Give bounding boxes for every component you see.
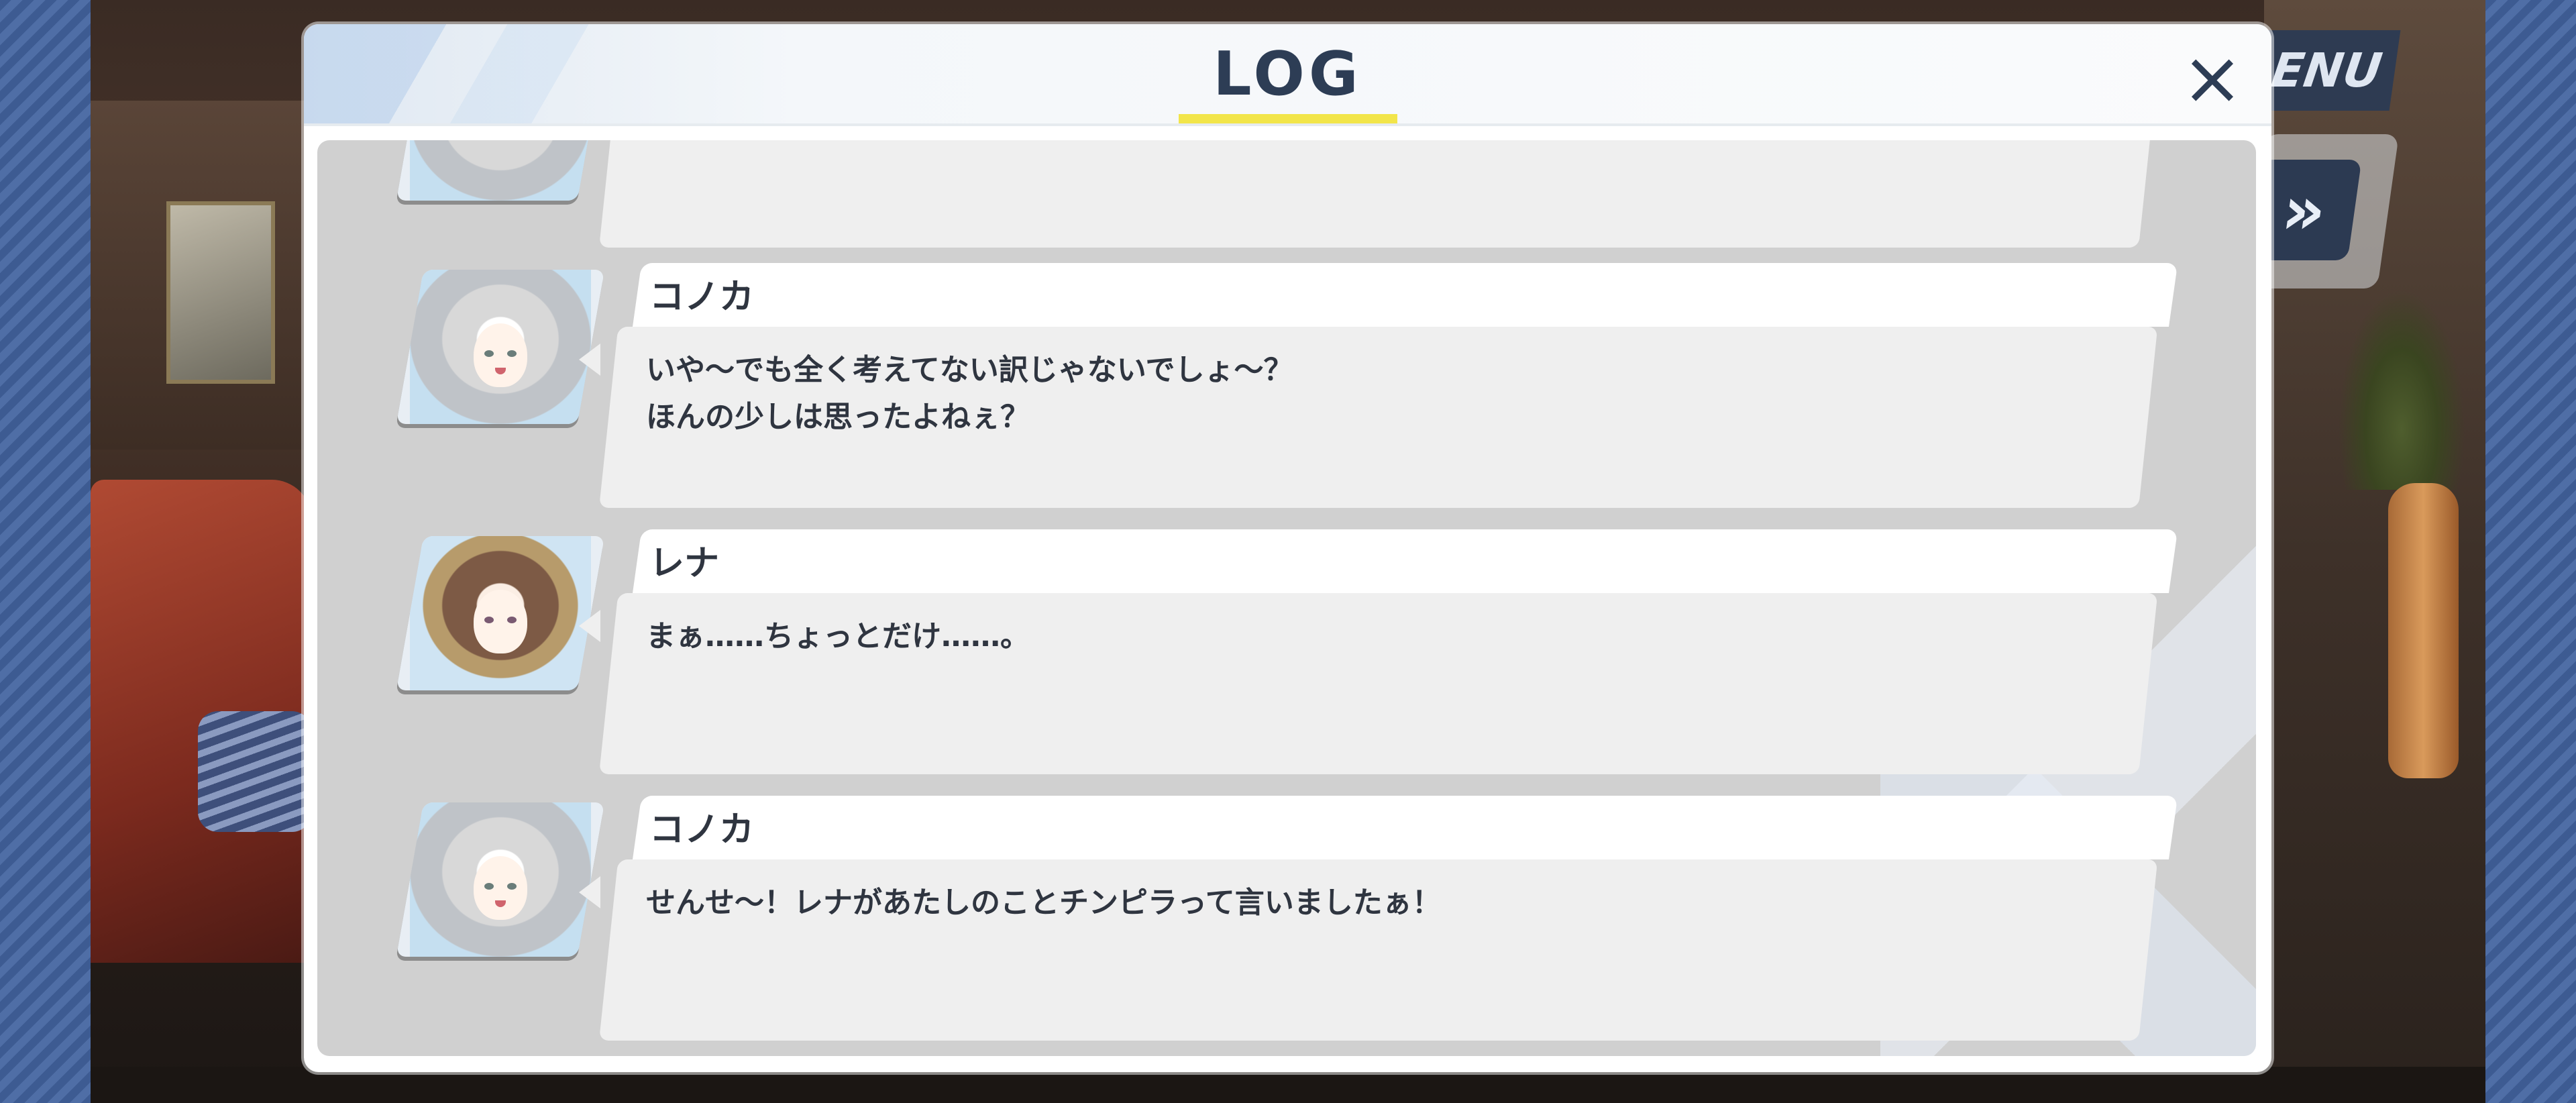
right-stripe-border: [2485, 0, 2576, 1103]
log-entry-partial: [317, 140, 2256, 248]
scene-striped-cushion: [198, 711, 312, 832]
avatar-rena: [396, 536, 605, 690]
message-box: [599, 140, 2158, 248]
log-panel: LOG × コノカ いや～でも全く考えてない訳じゃないでしょ～？ ほんの少しは思…: [304, 24, 2271, 1072]
speaker-name-tab: [633, 263, 2178, 327]
message-bubble: コノカ せんせ～！レナがあたしのことチンピラって言いましたぁ！: [579, 796, 2178, 1041]
menu-label: ENU: [2267, 43, 2385, 98]
speaker-name: コノカ: [649, 277, 755, 317]
message-bubble: レナ まぁ……ちょっとだけ……。: [579, 529, 2178, 774]
scene-vase: [2388, 483, 2459, 778]
left-stripe-border: [0, 0, 91, 1103]
speaker-name-tab: [633, 529, 2178, 593]
scene-plant: [2338, 288, 2465, 490]
log-entry: レナ まぁ……ちょっとだけ……。: [317, 529, 2256, 784]
message-text: せんせ～！レナがあたしのことチンピラって言いましたぁ！: [646, 886, 1442, 920]
scene-picture-frame: [166, 201, 275, 384]
message-text: いや～でも全く考えてない訳じゃないでしょ～？ ほんの少しは思ったよねぇ？: [646, 353, 1293, 434]
avatar-konoka: [396, 270, 605, 424]
bubble-tail: [579, 610, 600, 642]
message-text: まぁ……ちょっとだけ……。: [646, 619, 1030, 653]
speaker-name: コノカ: [649, 810, 755, 850]
close-icon[interactable]: ×: [2172, 38, 2253, 118]
fast-forward-icon: »: [2277, 170, 2332, 250]
message-bubble: コノカ いや～でも全く考えてない訳じゃないでしょ～？ ほんの少しは思ったよねぇ？: [579, 263, 2178, 508]
log-scroll-area[interactable]: コノカ いや～でも全く考えてない訳じゃないでしょ～？ ほんの少しは思ったよねぇ？…: [317, 140, 2256, 1056]
log-entry: コノカ せんせ～！レナがあたしのことチンピラって言いましたぁ！: [317, 796, 2256, 1051]
log-header: LOG ×: [304, 24, 2271, 126]
title-underline: [1179, 114, 1397, 123]
scene-floor-strip: [91, 1067, 2485, 1103]
bubble-tail: [579, 344, 600, 376]
avatar-konoka: [396, 802, 605, 957]
bubble-tail: [579, 876, 600, 908]
log-title: LOG: [1213, 39, 1362, 109]
log-entry: コノカ いや～でも全く考えてない訳じゃないでしょ～？ ほんの少しは思ったよねぇ？: [317, 263, 2256, 518]
avatar: [396, 140, 605, 201]
speaker-name-tab: [633, 796, 2178, 859]
speaker-name: レナ: [649, 543, 720, 584]
header-divider: [304, 123, 2271, 126]
